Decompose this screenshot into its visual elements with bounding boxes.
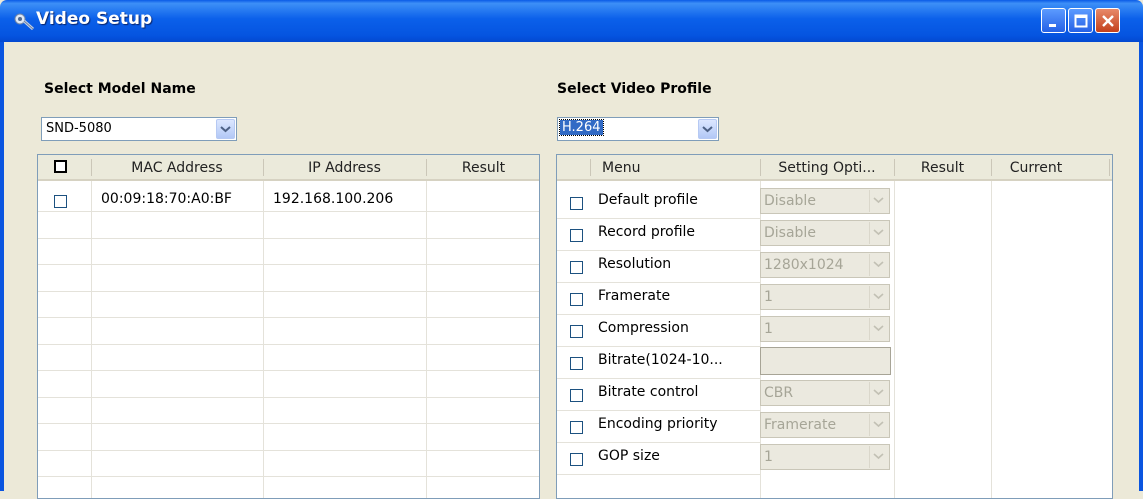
minimize-button[interactable]: [1041, 8, 1066, 33]
profile-select[interactable]: H.264: [557, 117, 719, 141]
ip-address-cell: 192.168.100.206: [273, 191, 394, 207]
row-checkbox[interactable]: [54, 195, 67, 208]
chevron-down-icon[interactable]: [869, 190, 888, 212]
title-bar: Video Setup: [0, 0, 1143, 42]
setting-option-dropdown[interactable]: 1280x1024: [760, 252, 890, 278]
model-label: Select Model Name: [44, 81, 196, 97]
setting-option-dropdown[interactable]: Disable: [760, 220, 890, 246]
menu-cell: Framerate: [598, 288, 671, 304]
setting-option-textbox[interactable]: [760, 347, 891, 375]
minimize-icon: [1048, 23, 1056, 27]
header-setting-option: Setting Opti...: [778, 160, 876, 176]
device-table-header: MAC Address IP Address Result: [38, 155, 539, 181]
header-ip: IP Address: [308, 160, 381, 176]
window-frame-left: [0, 42, 4, 491]
profile-table-header: Menu Setting Opti... Result Current: [557, 155, 1112, 181]
maximize-icon: [1074, 14, 1087, 27]
header-current: Current: [1009, 160, 1063, 176]
chevron-down-icon[interactable]: [869, 318, 888, 340]
row-checkbox[interactable]: [570, 357, 583, 370]
menu-cell: Compression: [598, 320, 689, 336]
menu-cell: GOP size: [598, 448, 660, 464]
close-button[interactable]: [1095, 8, 1120, 33]
model-select-value: SND-5080: [46, 121, 112, 136]
setting-option-value: Framerate: [764, 417, 837, 433]
chevron-down-icon[interactable]: [869, 382, 888, 404]
window-title: Video Setup: [36, 9, 153, 29]
model-select[interactable]: SND-5080: [41, 117, 237, 141]
row-checkbox[interactable]: [570, 325, 583, 338]
setting-option-value: Disable: [764, 193, 816, 209]
header-menu: Menu: [602, 160, 641, 176]
menu-cell: Bitrate control: [598, 384, 699, 400]
close-icon: [1101, 14, 1114, 27]
menu-cell: Record profile: [598, 224, 696, 240]
chevron-down-icon[interactable]: [698, 119, 717, 139]
row-checkbox[interactable]: [570, 453, 583, 466]
row-checkbox[interactable]: [570, 229, 583, 242]
camera-setup-icon: [14, 13, 34, 31]
menu-cell: Default profile: [598, 192, 698, 208]
setting-option-dropdown[interactable]: Disable: [760, 188, 890, 214]
header-result: Result: [920, 160, 965, 176]
row-checkbox[interactable]: [570, 293, 583, 306]
chevron-down-icon[interactable]: [869, 446, 888, 468]
select-all-checkbox[interactable]: [54, 160, 67, 173]
profile-select-value: H.264: [559, 119, 604, 136]
row-checkbox[interactable]: [570, 389, 583, 402]
setting-option-dropdown[interactable]: 1: [760, 284, 890, 310]
profile-settings-table: Menu Setting Opti... Result Current Defa…: [556, 154, 1113, 499]
chevron-down-icon[interactable]: [216, 119, 235, 139]
row-checkbox[interactable]: [570, 261, 583, 274]
menu-cell: Bitrate(1024-10...: [598, 352, 723, 368]
setting-option-dropdown[interactable]: CBR: [760, 380, 890, 406]
window-frame-right: [1139, 42, 1143, 491]
setting-option-value: CBR: [764, 385, 794, 401]
mac-address-cell: 00:09:18:70:A0:BF: [101, 191, 232, 207]
setting-option-value: Disable: [764, 225, 816, 241]
row-checkbox[interactable]: [570, 197, 583, 210]
row-checkbox[interactable]: [570, 421, 583, 434]
header-mac: MAC Address: [131, 160, 223, 176]
setting-option-value: 1280x1024: [764, 257, 844, 273]
chevron-down-icon[interactable]: [869, 414, 888, 436]
setting-option-dropdown[interactable]: 1: [760, 316, 890, 342]
chevron-down-icon[interactable]: [869, 286, 888, 308]
chevron-down-icon[interactable]: [869, 222, 888, 244]
device-table: MAC Address IP Address Result 00:09:18:7…: [37, 154, 540, 499]
menu-cell: Encoding priority: [598, 416, 718, 432]
setting-option-value: 1: [764, 321, 773, 337]
chevron-down-icon[interactable]: [869, 254, 888, 276]
setting-option-dropdown[interactable]: 1: [760, 444, 890, 470]
setting-option-value: 1: [764, 449, 773, 465]
setting-option-dropdown[interactable]: Framerate: [760, 412, 890, 438]
header-result: Result: [461, 160, 506, 176]
menu-cell: Resolution: [598, 256, 672, 272]
setting-option-value: 1: [764, 289, 773, 305]
profile-label: Select Video Profile: [557, 81, 712, 97]
maximize-button[interactable]: [1068, 8, 1093, 33]
